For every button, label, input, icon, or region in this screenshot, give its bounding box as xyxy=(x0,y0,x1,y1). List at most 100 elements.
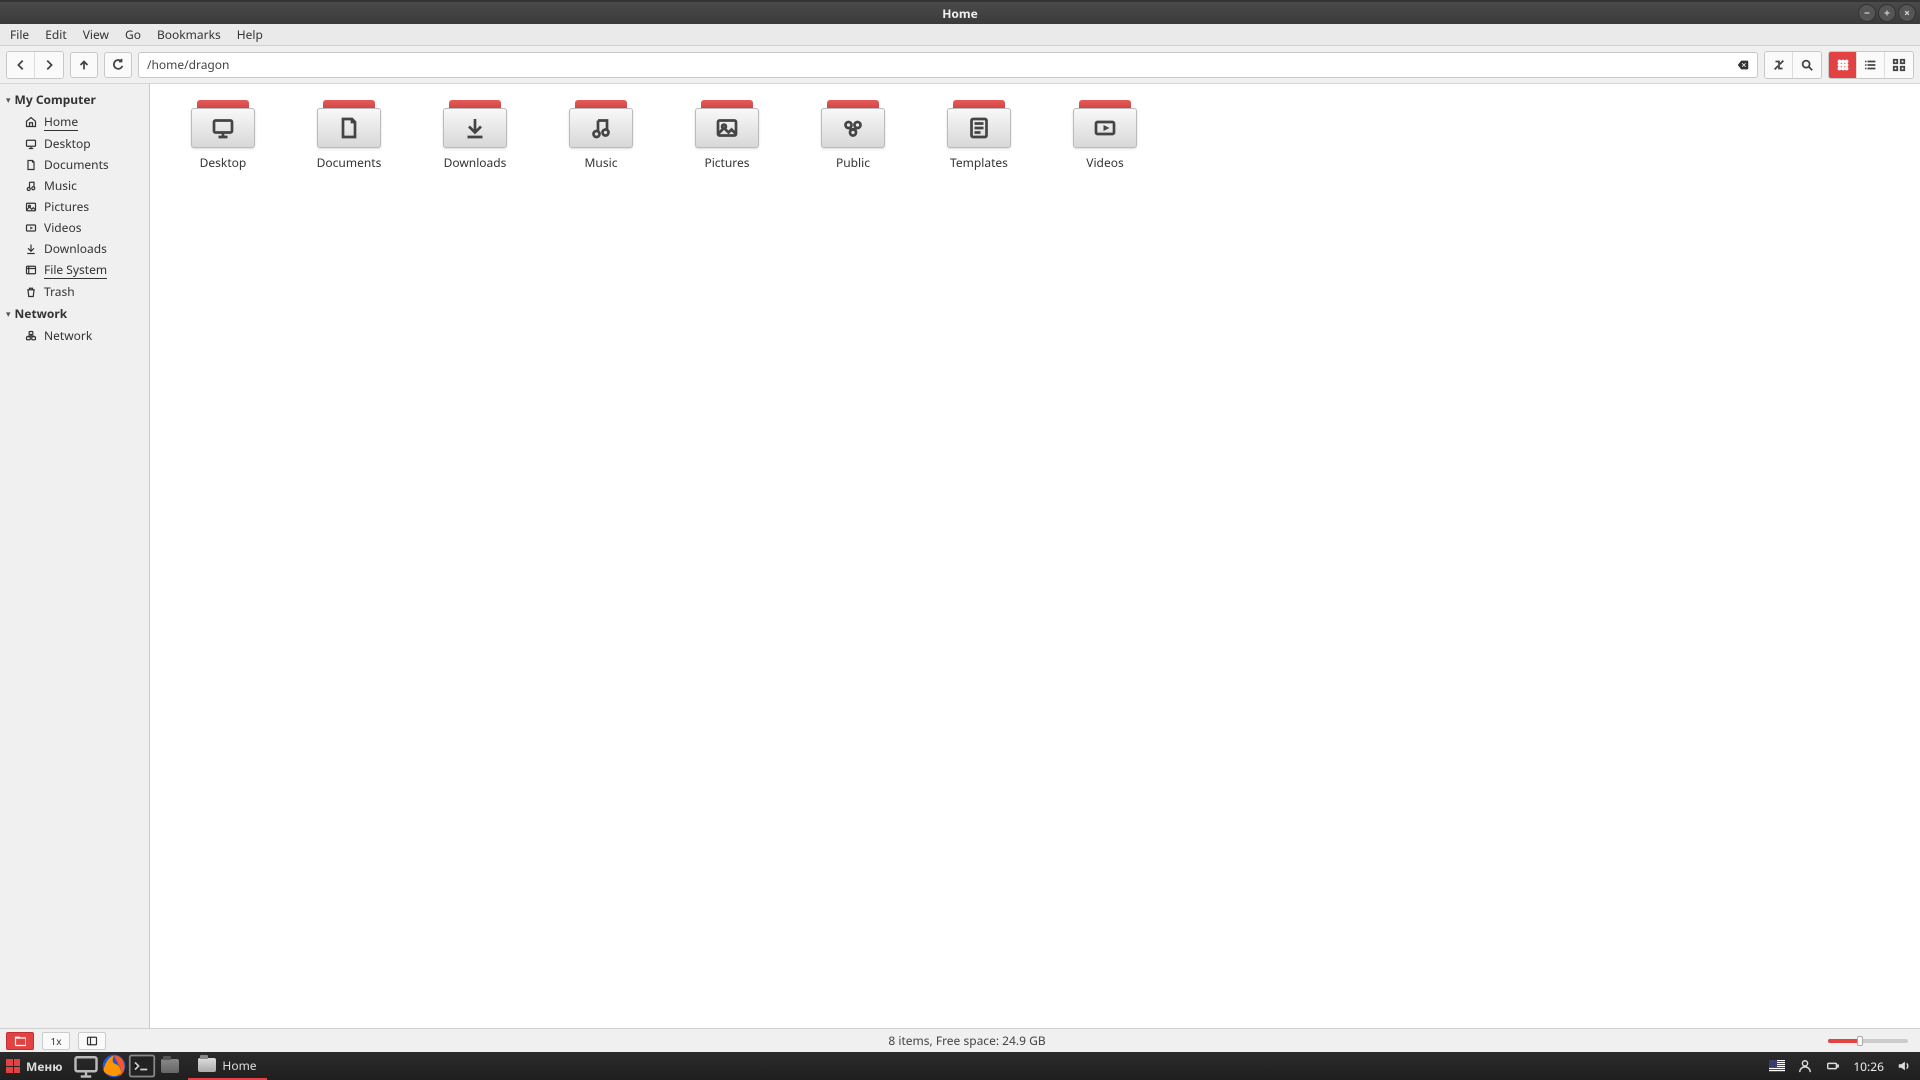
sidebar-group-header[interactable]: Network xyxy=(0,302,149,325)
places-sidebar: My Computer Home Desktop Documents Music Pict… xyxy=(0,84,150,1028)
folder-label: Music xyxy=(585,154,618,171)
folder-desktop[interactable]: Desktop xyxy=(160,94,286,177)
sidebar-item-label: Trash xyxy=(44,283,75,300)
desktop-icon xyxy=(24,137,38,151)
folder-icon xyxy=(198,1058,216,1072)
folder-icon xyxy=(821,100,885,148)
menu-file[interactable]: File xyxy=(2,23,37,46)
downloads-icon xyxy=(24,242,38,256)
sidebar-group-header[interactable]: My Computer xyxy=(0,88,149,111)
sidebar-item-documents[interactable]: Documents xyxy=(0,154,149,175)
menu-go[interactable]: Go xyxy=(117,23,149,46)
menu-view[interactable]: View xyxy=(75,23,117,46)
tray-user[interactable] xyxy=(1797,1058,1813,1074)
window-maximize-button[interactable] xyxy=(1878,4,1896,22)
folder-templates[interactable]: Templates xyxy=(916,94,1042,177)
nav-reload-button[interactable] xyxy=(104,52,132,78)
folder-icon xyxy=(443,100,507,148)
pictures-icon xyxy=(24,200,38,214)
videos-icon xyxy=(24,221,38,235)
show-treeview-button[interactable] xyxy=(78,1032,106,1050)
sidebar-item-file-system[interactable]: File System xyxy=(0,259,149,281)
search-button[interactable] xyxy=(1793,52,1821,78)
folder-public[interactable]: Public xyxy=(790,94,916,177)
tray-clock[interactable]: 10:26 xyxy=(1853,1058,1884,1075)
network-icon xyxy=(24,329,38,343)
window-close-button[interactable] xyxy=(1898,4,1916,22)
folder-downloads[interactable]: Downloads xyxy=(412,94,538,177)
sidebar-item-desktop[interactable]: Desktop xyxy=(0,133,149,154)
window-titlebar: Home xyxy=(0,0,1920,24)
tray-keyboard-layout[interactable] xyxy=(1769,1058,1785,1074)
nav-back-button[interactable] xyxy=(7,52,35,78)
menu-bookmarks[interactable]: Bookmarks xyxy=(149,23,229,46)
sidebar-item-label: Music xyxy=(44,177,77,194)
sidebar-item-home[interactable]: Home xyxy=(0,111,149,133)
window-minimize-button[interactable] xyxy=(1858,4,1876,22)
folder-label: Templates xyxy=(950,154,1008,171)
show-places-button[interactable] xyxy=(6,1032,34,1050)
menu-help[interactable]: Help xyxy=(229,23,271,46)
start-menu-label: Меню xyxy=(26,1058,62,1075)
zoom-level-button[interactable]: 1x xyxy=(42,1032,70,1050)
sidebar-item-trash[interactable]: Trash xyxy=(0,281,149,302)
sidebar-item-pictures[interactable]: Pictures xyxy=(0,196,149,217)
folder-label: Pictures xyxy=(704,154,749,171)
path-bar[interactable]: /home/dragon xyxy=(138,52,1758,78)
folder-label: Desktop xyxy=(200,154,247,171)
folder-music[interactable]: Music xyxy=(538,94,664,177)
path-clear-button[interactable] xyxy=(1735,57,1751,73)
sidebar-item-label: Videos xyxy=(44,219,81,236)
folder-icon xyxy=(1073,100,1137,148)
sidebar-item-label: File System xyxy=(44,261,107,279)
folder-icon xyxy=(947,100,1011,148)
folder-view[interactable]: Desktop Documents Downloads Music Pictur… xyxy=(150,84,1920,1028)
taskbar-firefox-launcher[interactable] xyxy=(100,1052,128,1080)
taskbar-window-label: Home xyxy=(222,1057,256,1074)
view-compact-button[interactable] xyxy=(1885,52,1913,78)
zoom-slider[interactable] xyxy=(1828,1039,1908,1043)
folder-videos[interactable]: Videos xyxy=(1042,94,1168,177)
toggle-location-button[interactable] xyxy=(1765,52,1793,78)
folder-label: Public xyxy=(836,154,870,171)
menu-edit[interactable]: Edit xyxy=(37,23,74,46)
view-icons-button[interactable] xyxy=(1829,52,1857,78)
status-text: 8 items, Free space: 24.9 GB xyxy=(106,1032,1828,1049)
sidebar-item-downloads[interactable]: Downloads xyxy=(0,238,149,259)
trash-icon xyxy=(24,285,38,299)
folder-icon xyxy=(569,100,633,148)
sidebar-item-label: Home xyxy=(44,113,78,131)
filesystem-icon xyxy=(24,263,38,277)
taskbar-terminal-launcher[interactable] xyxy=(128,1052,156,1080)
path-text: /home/dragon xyxy=(147,56,229,73)
nav-forward-button[interactable] xyxy=(35,52,63,78)
sidebar-item-music[interactable]: Music xyxy=(0,175,149,196)
home-icon xyxy=(24,115,38,129)
taskbar-window-home[interactable]: Home xyxy=(188,1052,266,1080)
sidebar-item-label: Documents xyxy=(44,156,109,173)
folder-label: Videos xyxy=(1086,154,1123,171)
taskbar: Меню Home 10:26 xyxy=(0,1052,1920,1080)
sidebar-item-label: Pictures xyxy=(44,198,89,215)
tray-volume[interactable] xyxy=(1896,1058,1912,1074)
tray-battery[interactable] xyxy=(1825,1058,1841,1074)
taskbar-files-launcher[interactable] xyxy=(156,1052,184,1080)
music-icon xyxy=(24,179,38,193)
document-icon xyxy=(24,158,38,172)
window-title: Home xyxy=(942,5,978,22)
view-list-button[interactable] xyxy=(1857,52,1885,78)
sidebar-item-videos[interactable]: Videos xyxy=(0,217,149,238)
start-menu-button[interactable]: Меню xyxy=(0,1052,72,1080)
folder-label: Downloads xyxy=(444,154,507,171)
folder-icon xyxy=(191,100,255,148)
toolbar: /home/dragon xyxy=(0,46,1920,84)
folder-pictures[interactable]: Pictures xyxy=(664,94,790,177)
folder-label: Documents xyxy=(317,154,382,171)
nav-up-button[interactable] xyxy=(70,52,98,78)
show-desktop-button[interactable] xyxy=(72,1052,100,1080)
start-menu-logo-icon xyxy=(6,1059,20,1073)
flag-us-icon xyxy=(1769,1060,1785,1072)
statusbar: 1x 8 items, Free space: 24.9 GB xyxy=(0,1028,1920,1052)
folder-documents[interactable]: Documents xyxy=(286,94,412,177)
sidebar-item-network[interactable]: Network xyxy=(0,325,149,346)
